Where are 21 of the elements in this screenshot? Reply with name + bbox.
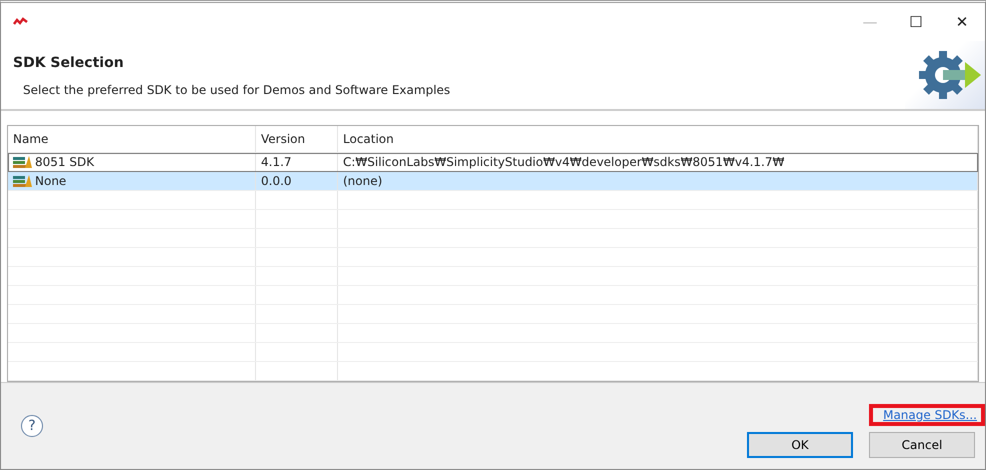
maximize-button[interactable]: ☐: [893, 12, 939, 32]
column-header[interactable]: Version: [256, 126, 338, 152]
cancel-button[interactable]: Cancel: [869, 432, 975, 458]
table-cell: 0.0.0: [261, 174, 292, 188]
close-button[interactable]: ✕: [939, 12, 985, 32]
app-icon: [13, 17, 29, 27]
table-cell: C:₩SiliconLabs₩SimplicityStudio₩v4₩developer₩sdks₩8051₩v4.1.7₩: [343, 154, 784, 169]
ok-button[interactable]: OK: [747, 432, 853, 458]
dialog-description: Select the preferred SDK to be used for Demos and Software Examples: [23, 83, 452, 97]
table-cell: 8051 SDK: [35, 154, 94, 169]
column-header[interactable]: Name: [8, 126, 256, 152]
table-cell: (none): [343, 174, 382, 188]
books-icon: [13, 156, 33, 168]
table-cell: None: [35, 174, 66, 188]
dialog-title: SDK Selection: [13, 55, 125, 71]
table-cell: 4.1.7: [261, 154, 292, 169]
column-header[interactable]: Location: [338, 126, 978, 152]
table-row[interactable]: None 0.0.0 (none): [8, 172, 978, 191]
books-icon: [13, 174, 33, 187]
manage-sdks-link[interactable]: Manage SDKs...: [883, 408, 977, 422]
help-button[interactable]: ?: [21, 415, 43, 437]
